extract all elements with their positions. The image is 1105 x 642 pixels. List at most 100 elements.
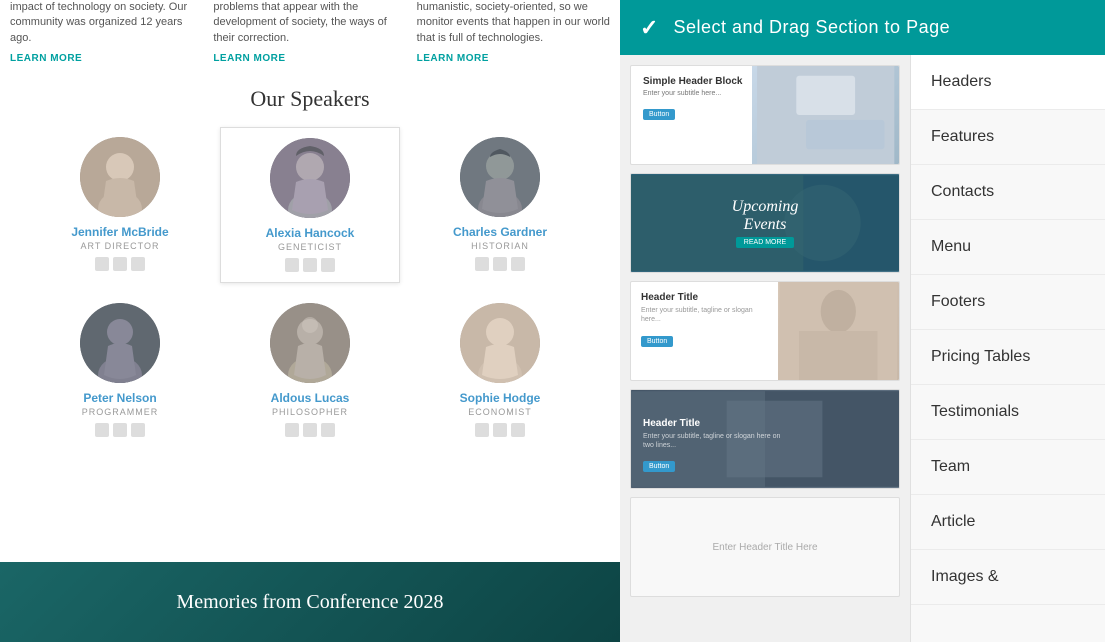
- nav-item-features[interactable]: Features: [911, 110, 1105, 165]
- speaker-avatar-jennifer: [80, 137, 160, 217]
- col-2: problems that appear with the developmen…: [213, 0, 406, 66]
- col-3: humanistic, society-oriented, so we moni…: [417, 0, 610, 66]
- speaker-icons-alexia: [285, 258, 335, 272]
- speaker-icons-aldous: [285, 423, 335, 437]
- thumb-1-button[interactable]: Button: [643, 109, 675, 120]
- thumbnail-4[interactable]: Header Title Enter your subtitle, taglin…: [630, 389, 900, 489]
- thumbnail-5[interactable]: Enter Header Title Here: [630, 497, 900, 597]
- thumb-3-title: Header Title: [641, 292, 768, 303]
- thumbnail-1[interactable]: Simple Header Block Enter your subtitle …: [630, 65, 900, 165]
- speaker-role-jennifer: ART DIRECTOR: [80, 241, 159, 251]
- nav-column: Headers Features Contacts Menu Footers P…: [910, 55, 1105, 642]
- speakers-title: Our Speakers: [30, 86, 590, 112]
- nav-item-testimonials[interactable]: Testimonials: [911, 385, 1105, 440]
- speaker-card-alexia: Alexia Hancock GENETICIST: [220, 127, 400, 283]
- icon-dot: [285, 258, 299, 272]
- left-panel: impact of technology on society. Our com…: [0, 0, 620, 642]
- thumb-1-sub: Enter your subtitle here...: [643, 90, 887, 97]
- thumb-2-title: Upcoming Events: [732, 198, 799, 233]
- speaker-avatar-charles: [460, 137, 540, 217]
- nav-item-images[interactable]: Images &: [911, 550, 1105, 605]
- thumb-1-content: Simple Header Block Enter your subtitle …: [631, 66, 899, 131]
- icon-dot: [131, 423, 145, 437]
- thumb-4-sub: Enter your subtitle, tagline or slogan h…: [643, 432, 793, 450]
- top-text-area: impact of technology on society. Our com…: [0, 0, 620, 76]
- speaker-role-alexia: GENETICIST: [278, 242, 342, 252]
- speaker-icons-charles: [475, 257, 525, 271]
- nav-item-team[interactable]: Team: [911, 440, 1105, 495]
- icon-dot: [321, 423, 335, 437]
- speakers-grid: Jennifer McBride ART DIRECTOR: [30, 127, 590, 447]
- thumb-4-content: Header Title Enter your subtitle, taglin…: [643, 418, 793, 473]
- right-panel: ✓ Select and Drag Section to Page Simple…: [620, 0, 1105, 642]
- icon-dot: [475, 257, 489, 271]
- icon-dot: [131, 257, 145, 271]
- thumb-3-button[interactable]: Button: [641, 336, 673, 347]
- speaker-card-charles: Charles Gardner HISTORIAN: [410, 127, 590, 283]
- speaker-name-jennifer: Jennifer McBride: [71, 225, 168, 239]
- bottom-banner: Memories from Conference 2028: [0, 562, 620, 642]
- icon-dot: [95, 423, 109, 437]
- speaker-card-peter: Peter Nelson PROGRAMMER: [30, 293, 210, 447]
- speaker-name-aldous: Aldous Lucas: [271, 391, 350, 405]
- col-2-text: problems that appear with the developmen…: [213, 1, 386, 44]
- col-1-text: impact of technology on society. Our com…: [10, 1, 187, 44]
- speakers-section: Our Speakers Jennifer McBride ART DIRECT…: [0, 76, 620, 457]
- icon-dot: [493, 257, 507, 271]
- speaker-role-sophie: ECONOMIST: [468, 407, 532, 417]
- icon-dot: [493, 423, 507, 437]
- icon-dot: [303, 258, 317, 272]
- learn-more-1[interactable]: LEARN MORE: [10, 52, 203, 66]
- thumb-2-content: Upcoming Events READ MORE: [631, 174, 899, 272]
- thumb-3-right: [778, 282, 899, 380]
- thumb-4-button[interactable]: Button: [643, 461, 675, 472]
- speaker-role-peter: PROGRAMMER: [82, 407, 159, 417]
- speaker-avatar-aldous: [270, 303, 350, 383]
- speaker-icons-peter: [95, 423, 145, 437]
- speaker-name-peter: Peter Nelson: [83, 391, 156, 405]
- nav-item-menu[interactable]: Menu: [911, 220, 1105, 275]
- speaker-role-charles: HISTORIAN: [471, 241, 529, 251]
- speaker-role-aldous: PHILOSOPHER: [272, 407, 348, 417]
- thumb-1-title: Simple Header Block: [643, 76, 887, 87]
- learn-more-2[interactable]: LEARN MORE: [213, 52, 406, 66]
- speaker-avatar-peter: [80, 303, 160, 383]
- icon-dot: [303, 423, 317, 437]
- icon-dot: [113, 423, 127, 437]
- icon-dot: [511, 257, 525, 271]
- speaker-name-alexia: Alexia Hancock: [266, 226, 355, 240]
- thumbnail-2[interactable]: Upcoming Events READ MORE: [630, 173, 900, 273]
- bottom-banner-text: Memories from Conference 2028: [176, 591, 443, 614]
- toolbar: ✓ Select and Drag Section to Page: [620, 0, 1105, 55]
- nav-item-article[interactable]: Article: [911, 495, 1105, 550]
- speaker-icons-sophie: [475, 423, 525, 437]
- speaker-avatar-alexia: [270, 138, 350, 218]
- thumbnail-3[interactable]: Header Title Enter your subtitle, taglin…: [630, 281, 900, 381]
- thumbnails-column[interactable]: Simple Header Block Enter your subtitle …: [620, 55, 910, 642]
- icon-dot: [475, 423, 489, 437]
- col-1: impact of technology on society. Our com…: [10, 0, 203, 66]
- speaker-card-aldous: Aldous Lucas PHILOSOPHER: [220, 293, 400, 447]
- thumb-4-title: Header Title: [643, 418, 793, 429]
- speaker-name-sophie: Sophie Hodge: [460, 391, 541, 405]
- icon-dot: [285, 423, 299, 437]
- nav-item-headers[interactable]: Headers: [911, 55, 1105, 110]
- nav-item-pricing-tables[interactable]: Pricing Tables: [911, 330, 1105, 385]
- speaker-card-jennifer: Jennifer McBride ART DIRECTOR: [30, 127, 210, 283]
- check-icon: ✓: [640, 15, 658, 41]
- speaker-avatar-sophie: [460, 303, 540, 383]
- nav-item-contacts[interactable]: Contacts: [911, 165, 1105, 220]
- col-3-text: humanistic, society-oriented, so we moni…: [417, 1, 610, 44]
- thumb-2-button[interactable]: READ MORE: [736, 237, 794, 248]
- toolbar-title: Select and Drag Section to Page: [673, 17, 950, 38]
- speaker-name-charles: Charles Gardner: [453, 225, 547, 239]
- speaker-icons-jennifer: [95, 257, 145, 271]
- learn-more-3[interactable]: LEARN MORE: [417, 52, 610, 66]
- thumb-3-sub: Enter your subtitle, tagline or slogan h…: [641, 306, 768, 324]
- icon-dot: [321, 258, 335, 272]
- nav-item-footers[interactable]: Footers: [911, 275, 1105, 330]
- icon-dot: [511, 423, 525, 437]
- icon-dot: [95, 257, 109, 271]
- content-area: Simple Header Block Enter your subtitle …: [620, 55, 1105, 642]
- icon-dot: [113, 257, 127, 271]
